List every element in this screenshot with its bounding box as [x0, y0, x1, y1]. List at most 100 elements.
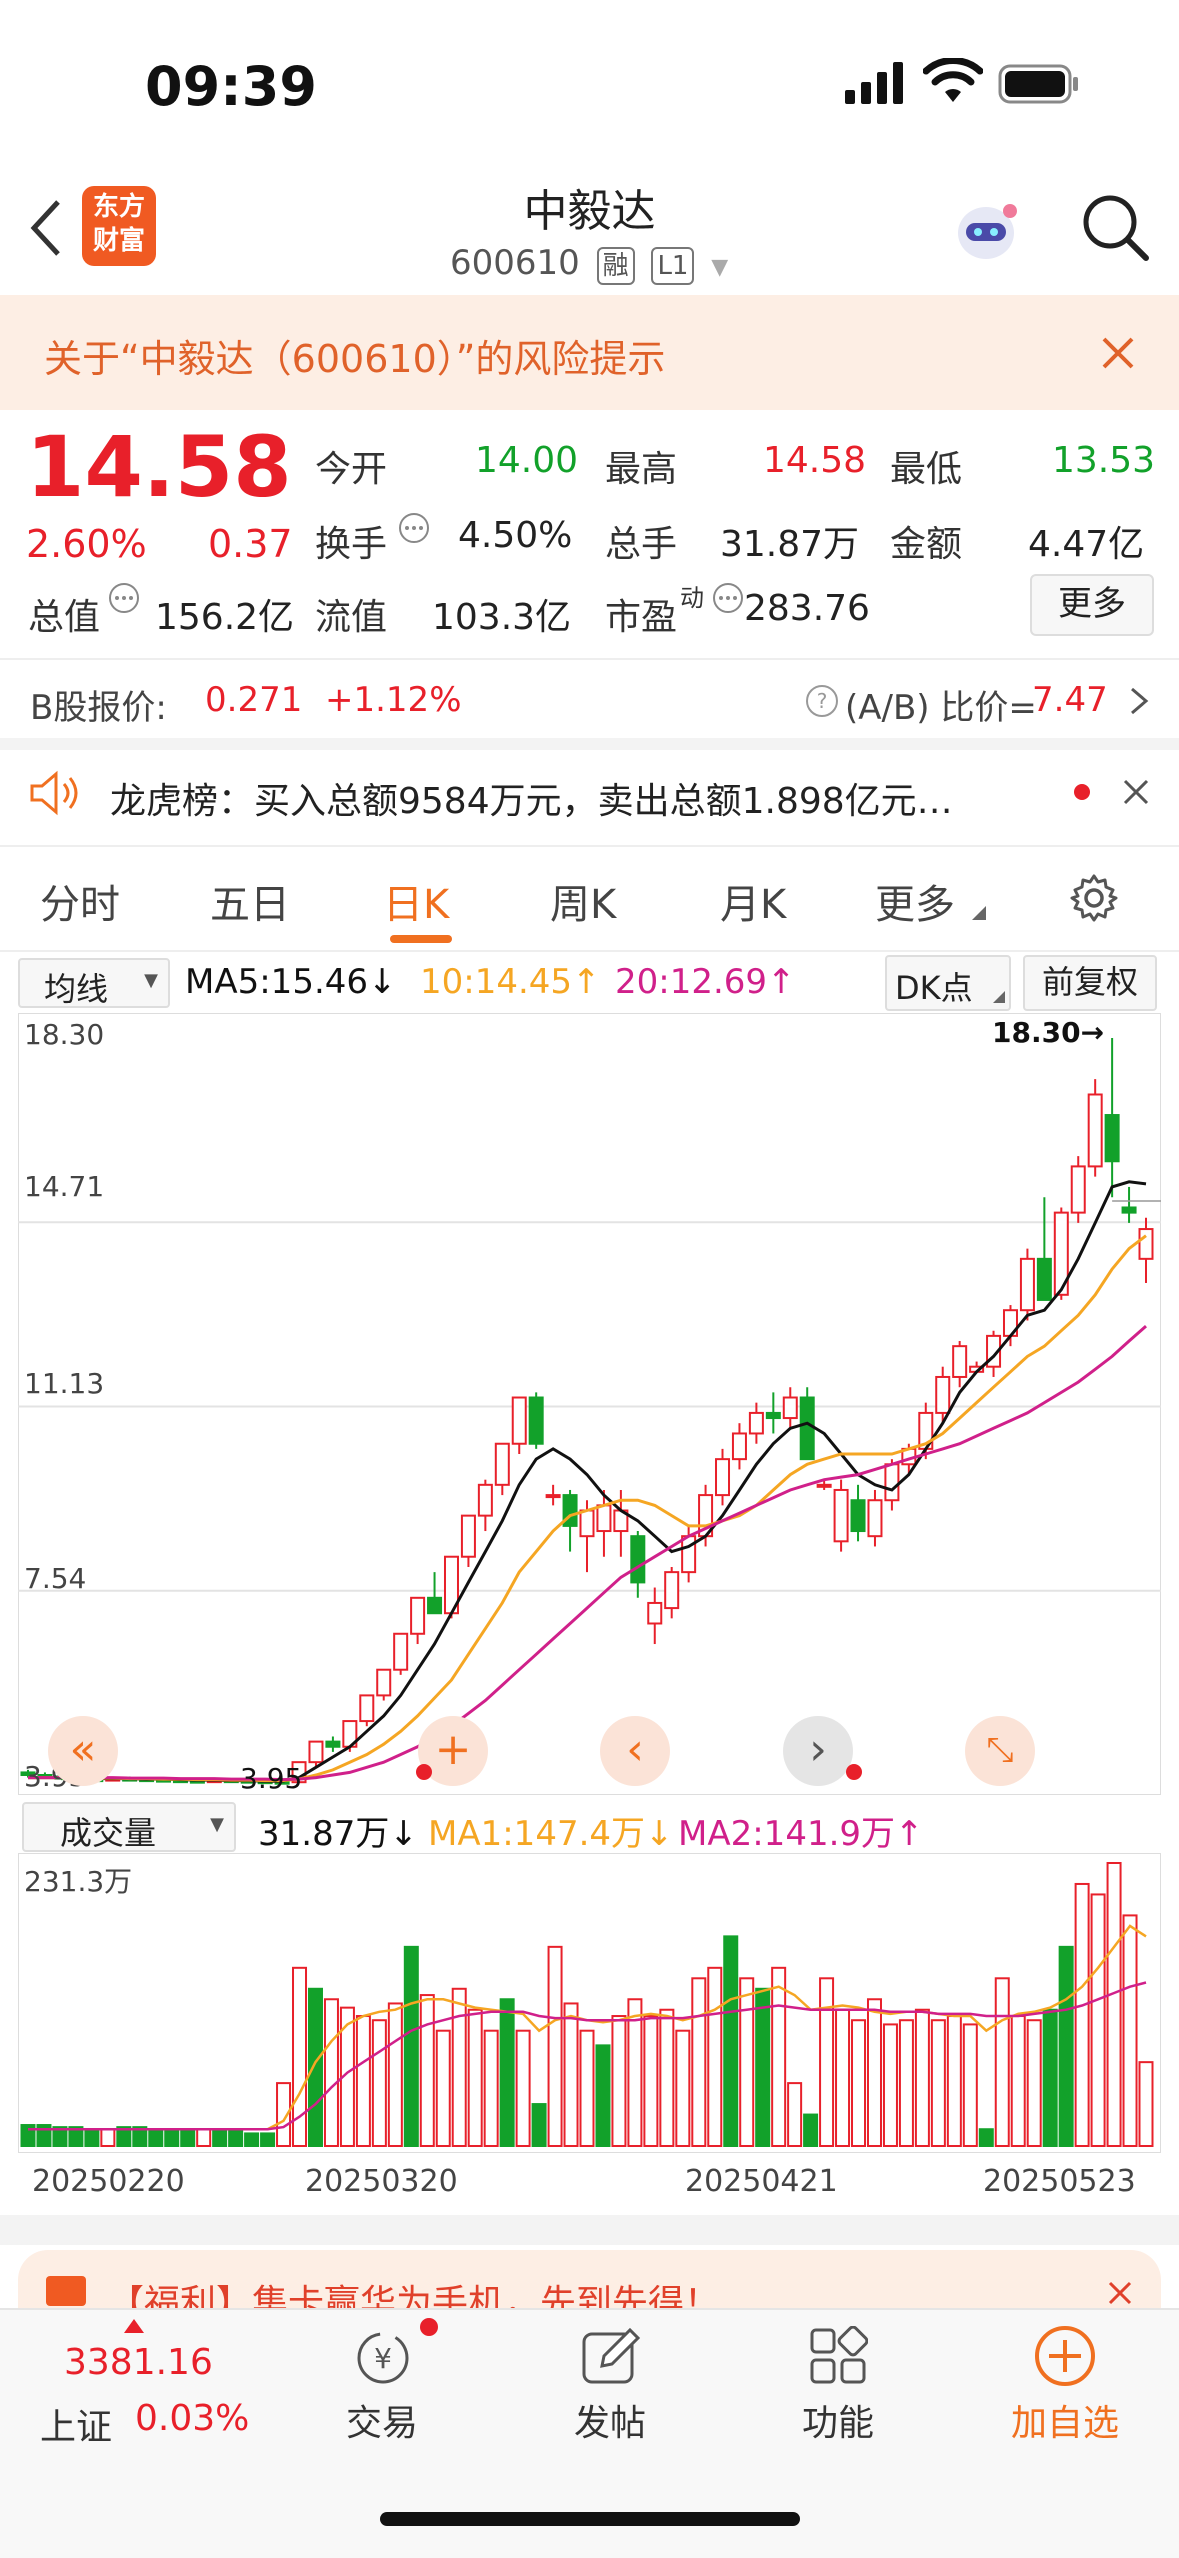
margin-tag: 融 [596, 247, 635, 285]
settings-gear-icon[interactable] [1068, 872, 1120, 928]
section-gap [0, 2215, 1179, 2245]
volume-bar [451, 1987, 467, 2147]
trade-dot [420, 2318, 438, 2336]
float-value: 103.3亿 [432, 597, 572, 638]
trade-tab[interactable]: 交易 [302, 2394, 462, 2446]
candle [867, 1499, 883, 1538]
candle [681, 1535, 697, 1574]
tab-more[interactable]: 更多 [875, 872, 955, 930]
low-label: 最低 [890, 449, 963, 490]
volume-bar [244, 2132, 260, 2147]
info-dots-icon[interactable] [398, 512, 430, 548]
next-button[interactable]: › [783, 1716, 853, 1786]
volume-bar [978, 2128, 994, 2148]
close-icon[interactable] [1107, 2280, 1133, 2310]
fullscreen-button[interactable]: ⤡ [965, 1716, 1035, 1786]
tab-five-day[interactable]: 五日 [210, 872, 290, 930]
open-value: 14.00 [475, 440, 579, 481]
add-watchlist-tab[interactable]: 加自选 [985, 2394, 1145, 2446]
low-value: 13.53 [1052, 440, 1156, 481]
close-icon[interactable] [1122, 778, 1150, 810]
risk-text[interactable]: 关于“中毅达（600610）”的风险提示 [44, 328, 665, 383]
dragon-list-text[interactable]: 龙虎榜：买入总额9584万元，卖出总额1.898亿元… [110, 772, 1030, 824]
candle [1087, 1093, 1103, 1168]
volume-bar [467, 2008, 483, 2147]
volume-select[interactable]: 成交量 ▼ [22, 1802, 236, 1852]
volume-bar [435, 2029, 451, 2147]
candle [1104, 1114, 1120, 1163]
signal-icon [845, 62, 907, 108]
candle [427, 1596, 443, 1615]
candle [1070, 1165, 1086, 1214]
search-icon[interactable] [1080, 192, 1150, 266]
candle [799, 1396, 815, 1461]
volume-bar [307, 1987, 323, 2147]
stock-code: 600610 [450, 243, 580, 283]
volume-bar [835, 2008, 851, 2147]
candle [731, 1432, 747, 1461]
tab-intraday[interactable]: 分时 [40, 872, 120, 930]
dropdown-triangle-icon: ▼ [210, 1814, 224, 1835]
ma-select[interactable]: 均线 ▼ [18, 958, 170, 1008]
tab-daily-k[interactable]: 日K [383, 872, 449, 930]
volume-label: 总手 [605, 524, 678, 565]
info-dots-icon[interactable] [712, 582, 744, 618]
volume-bar [148, 2128, 164, 2148]
robot-assistant-icon[interactable] [950, 195, 1022, 271]
more-button[interactable]: 更多 [1030, 574, 1154, 636]
divider [0, 658, 1179, 660]
compose-icon[interactable] [580, 2326, 642, 2392]
chart-frame [18, 1013, 1161, 1795]
tab-weekly-k[interactable]: 周K [550, 872, 616, 930]
dk-point-button[interactable]: DK点 [885, 955, 1011, 1011]
info-dots-icon[interactable] [108, 582, 140, 618]
question-icon[interactable]: ? [805, 684, 839, 722]
rewind-button[interactable]: « [48, 1716, 118, 1786]
index-value[interactable]: 3381.16 [64, 2342, 213, 2383]
volume-bar [419, 1994, 435, 2147]
index-name[interactable]: 上证 [40, 2398, 112, 2450]
post-tab[interactable]: 发帖 [530, 2394, 690, 2446]
volume-bar [387, 2002, 403, 2147]
chevron-down-icon[interactable]: ▼ [711, 255, 728, 280]
candle [579, 1509, 595, 1538]
open-label: 今开 [315, 449, 388, 490]
candle [647, 1601, 663, 1625]
add-circle-icon[interactable] [1033, 2324, 1097, 2392]
volume-bar [691, 1977, 707, 2147]
volume-bar [355, 2015, 371, 2147]
max-price-marker: 18.30→ [992, 1016, 1105, 1049]
active-tab-indicator [390, 935, 452, 943]
chevron-right-icon[interactable] [1128, 685, 1150, 721]
svg-text:?: ? [817, 689, 828, 713]
volume-bar [914, 2008, 930, 2147]
candle [596, 1504, 612, 1533]
change-amount: 0.37 [208, 522, 293, 566]
volume-bar [1106, 1862, 1122, 2147]
restoration-button[interactable]: 前复权 [1023, 955, 1157, 1011]
function-grid-icon[interactable] [808, 2325, 869, 2390]
volume-bar [946, 2015, 962, 2147]
volume-chart[interactable] [18, 1853, 1161, 2153]
candle [748, 1411, 764, 1435]
volume-bar [739, 1977, 755, 2147]
divider [0, 845, 1179, 847]
volume-current: 31.87万↓ [258, 1814, 418, 1854]
tab-monthly-k[interactable]: 月K [720, 872, 786, 930]
function-tab[interactable]: 功能 [758, 2394, 918, 2446]
volume-bar [323, 1998, 339, 2147]
candle [816, 1483, 832, 1488]
battery-icon [998, 64, 1080, 108]
kline-chart[interactable] [18, 1013, 1161, 1795]
volume-bar [898, 2019, 914, 2148]
candle [952, 1345, 968, 1378]
close-icon[interactable] [1100, 335, 1136, 375]
prev-button[interactable]: ‹ [600, 1716, 670, 1786]
section-gap [0, 738, 1179, 750]
bshare-label: B股报价: [30, 688, 167, 728]
volume-ma2: MA2:141.9万↑ [678, 1814, 924, 1854]
index-change[interactable]: 0.03% [135, 2398, 249, 2439]
trade-icon[interactable]: ¥ [350, 2328, 416, 2392]
svg-text:¥: ¥ [374, 2342, 392, 2375]
promo-banner[interactable]: 【福利】集卡赢华为手机，先到先得！ [18, 2250, 1161, 2310]
